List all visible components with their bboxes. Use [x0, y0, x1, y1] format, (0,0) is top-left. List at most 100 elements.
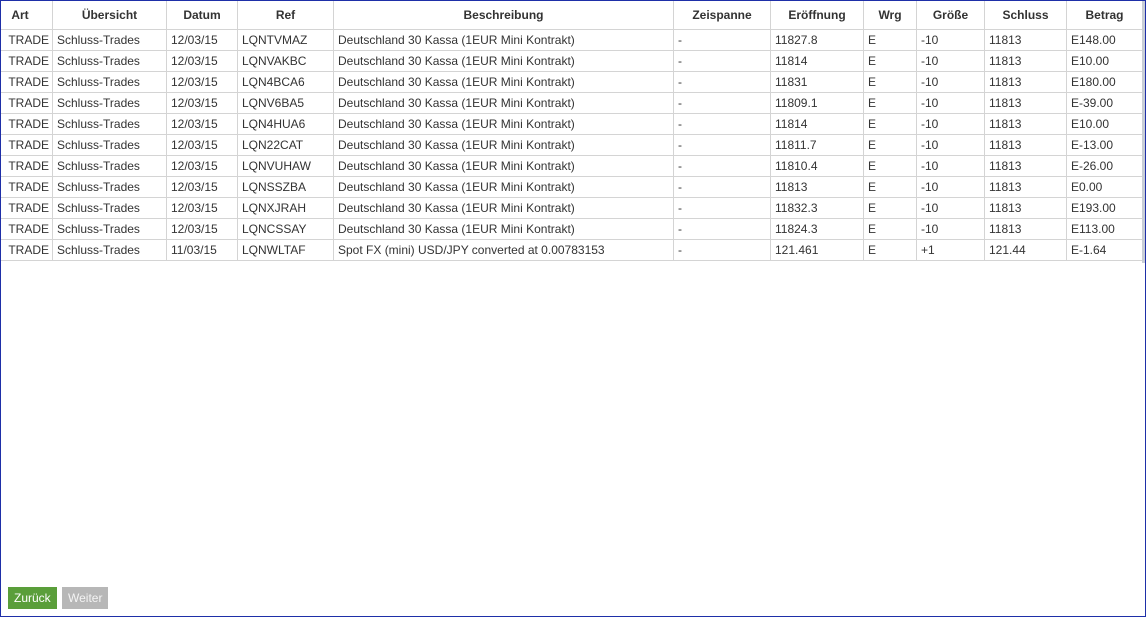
cell-ref: LQNCSSAY: [237, 218, 334, 240]
cell-beschreibung: Deutschland 30 Kassa (1EUR Mini Kontrakt…: [333, 218, 674, 240]
column-header-zeispanne[interactable]: Zeispanne: [673, 1, 771, 30]
table-row[interactable]: TRADE Schluss-Trades 12/03/15 LQNV6BA5 Deuts…: [1, 92, 1143, 114]
cell-zeispanne: -: [673, 239, 771, 261]
cell-beschreibung: Deutschland 30 Kassa (1EUR Mini Kontrakt…: [333, 71, 674, 93]
cell-beschreibung: Deutschland 30 Kassa (1EUR Mini Kontrakt…: [333, 176, 674, 198]
column-header-art[interactable]: Art: [1, 1, 53, 30]
cell-art: TRADE: [1, 113, 53, 135]
cell-datum: 12/03/15: [166, 50, 238, 72]
cell-eroeffnung: 11811.7: [770, 134, 864, 156]
cell-eroeffnung: 11827.8: [770, 29, 864, 51]
cell-schluss: 11813: [984, 71, 1067, 93]
cell-art: TRADE: [1, 176, 53, 198]
cell-betrag: E0.00: [1066, 176, 1143, 198]
column-header-schluss[interactable]: Schluss: [984, 1, 1067, 30]
column-header-uebersicht[interactable]: Übersicht: [52, 1, 167, 30]
column-header-ref[interactable]: Ref: [237, 1, 334, 30]
cell-ref: LQNVUHAW: [237, 155, 334, 177]
back-button[interactable]: Zurück: [8, 587, 57, 609]
cell-beschreibung: Deutschland 30 Kassa (1EUR Mini Kontrakt…: [333, 50, 674, 72]
column-header-eroeffnung[interactable]: Eröffnung: [770, 1, 864, 30]
cell-ref: LQNTVMAZ: [237, 29, 334, 51]
next-button[interactable]: Weiter: [62, 587, 109, 609]
table-row[interactable]: TRADE Schluss-Trades 12/03/15 LQN4BCA6 Deuts…: [1, 71, 1143, 93]
cell-eroeffnung: 11824.3: [770, 218, 864, 240]
cell-schluss: 11813: [984, 134, 1067, 156]
trades-table: Art Übersicht Datum Ref Beschreibung Zei…: [1, 1, 1143, 261]
cell-art: TRADE: [1, 218, 53, 240]
cell-uebersicht: Schluss-Trades: [52, 197, 167, 219]
cell-schluss: 121.44: [984, 239, 1067, 261]
cell-datum: 12/03/15: [166, 155, 238, 177]
cell-groesse: +1: [916, 239, 985, 261]
cell-eroeffnung: 11832.3: [770, 197, 864, 219]
cell-wrg: E: [863, 239, 917, 261]
cell-zeispanne: -: [673, 218, 771, 240]
cell-beschreibung: Deutschland 30 Kassa (1EUR Mini Kontrakt…: [333, 197, 674, 219]
cell-beschreibung: Deutschland 30 Kassa (1EUR Mini Kontrakt…: [333, 113, 674, 135]
table-row[interactable]: TRADE Schluss-Trades 12/03/15 LQN22CAT Deuts…: [1, 134, 1143, 156]
cell-groesse: -10: [916, 218, 985, 240]
cell-beschreibung: Deutschland 30 Kassa (1EUR Mini Kontrakt…: [333, 29, 674, 51]
cell-wrg: E: [863, 134, 917, 156]
cell-uebersicht: Schluss-Trades: [52, 155, 167, 177]
cell-art: TRADE: [1, 155, 53, 177]
table-row[interactable]: TRADE Schluss-Trades 12/03/15 LQNSSZBA Deuts…: [1, 176, 1143, 198]
cell-groesse: -10: [916, 50, 985, 72]
table-row[interactable]: TRADE Schluss-Trades 11/03/15 LQNWLTAF Spot …: [1, 239, 1143, 261]
cell-wrg: E: [863, 176, 917, 198]
column-header-groesse[interactable]: Größe: [916, 1, 985, 30]
table-body: TRADE Schluss-Trades 12/03/15 LQNTVMAZ Deuts…: [1, 29, 1143, 261]
cell-datum: 12/03/15: [166, 218, 238, 240]
cell-ref: LQN22CAT: [237, 134, 334, 156]
cell-schluss: 11813: [984, 29, 1067, 51]
cell-art: TRADE: [1, 71, 53, 93]
column-header-datum[interactable]: Datum: [166, 1, 238, 30]
cell-wrg: E: [863, 92, 917, 114]
column-header-beschreibung[interactable]: Beschreibung: [333, 1, 674, 30]
cell-beschreibung: Spot FX (mini) USD/JPY converted at 0.00…: [333, 239, 674, 261]
table-row[interactable]: TRADE Schluss-Trades 12/03/15 LQNVAKBC Deuts…: [1, 50, 1143, 72]
cell-groesse: -10: [916, 176, 985, 198]
cell-betrag: E10.00: [1066, 50, 1143, 72]
cell-zeispanne: -: [673, 50, 771, 72]
cell-eroeffnung: 121.461: [770, 239, 864, 261]
cell-ref: LQN4BCA6: [237, 71, 334, 93]
cell-wrg: E: [863, 197, 917, 219]
cell-datum: 12/03/15: [166, 92, 238, 114]
cell-uebersicht: Schluss-Trades: [52, 134, 167, 156]
cell-uebersicht: Schluss-Trades: [52, 29, 167, 51]
table-row[interactable]: TRADE Schluss-Trades 12/03/15 LQN4HUA6 Deuts…: [1, 113, 1143, 135]
cell-wrg: E: [863, 113, 917, 135]
cell-betrag: E-26.00: [1066, 155, 1143, 177]
cell-ref: LQNVAKBC: [237, 50, 334, 72]
cell-betrag: E148.00: [1066, 29, 1143, 51]
cell-eroeffnung: 11814: [770, 113, 864, 135]
cell-uebersicht: Schluss-Trades: [52, 176, 167, 198]
cell-ref: LQN4HUA6: [237, 113, 334, 135]
cell-uebersicht: Schluss-Trades: [52, 50, 167, 72]
vertical-scrollbar[interactable]: [1142, 1, 1145, 263]
cell-betrag: E180.00: [1066, 71, 1143, 93]
table-row[interactable]: TRADE Schluss-Trades 12/03/15 LQNVUHAW Deuts…: [1, 155, 1143, 177]
cell-datum: 12/03/15: [166, 176, 238, 198]
cell-art: TRADE: [1, 92, 53, 114]
table-row[interactable]: TRADE Schluss-Trades 12/03/15 LQNTVMAZ Deuts…: [1, 29, 1143, 51]
cell-groesse: -10: [916, 197, 985, 219]
table-row[interactable]: TRADE Schluss-Trades 12/03/15 LQNCSSAY Deuts…: [1, 218, 1143, 240]
cell-ref: LQNWLTAF: [237, 239, 334, 261]
column-header-wrg[interactable]: Wrg: [863, 1, 917, 30]
cell-groesse: -10: [916, 155, 985, 177]
cell-eroeffnung: 11814: [770, 50, 864, 72]
cell-datum: 12/03/15: [166, 29, 238, 51]
cell-schluss: 11813: [984, 92, 1067, 114]
cell-eroeffnung: 11831: [770, 71, 864, 93]
cell-groesse: -10: [916, 29, 985, 51]
cell-datum: 12/03/15: [166, 134, 238, 156]
table-header-row: Art Übersicht Datum Ref Beschreibung Zei…: [1, 1, 1143, 30]
cell-art: TRADE: [1, 239, 53, 261]
cell-zeispanne: -: [673, 197, 771, 219]
cell-zeispanne: -: [673, 71, 771, 93]
column-header-betrag[interactable]: Betrag: [1066, 1, 1143, 30]
table-row[interactable]: TRADE Schluss-Trades 12/03/15 LQNXJRAH Deuts…: [1, 197, 1143, 219]
